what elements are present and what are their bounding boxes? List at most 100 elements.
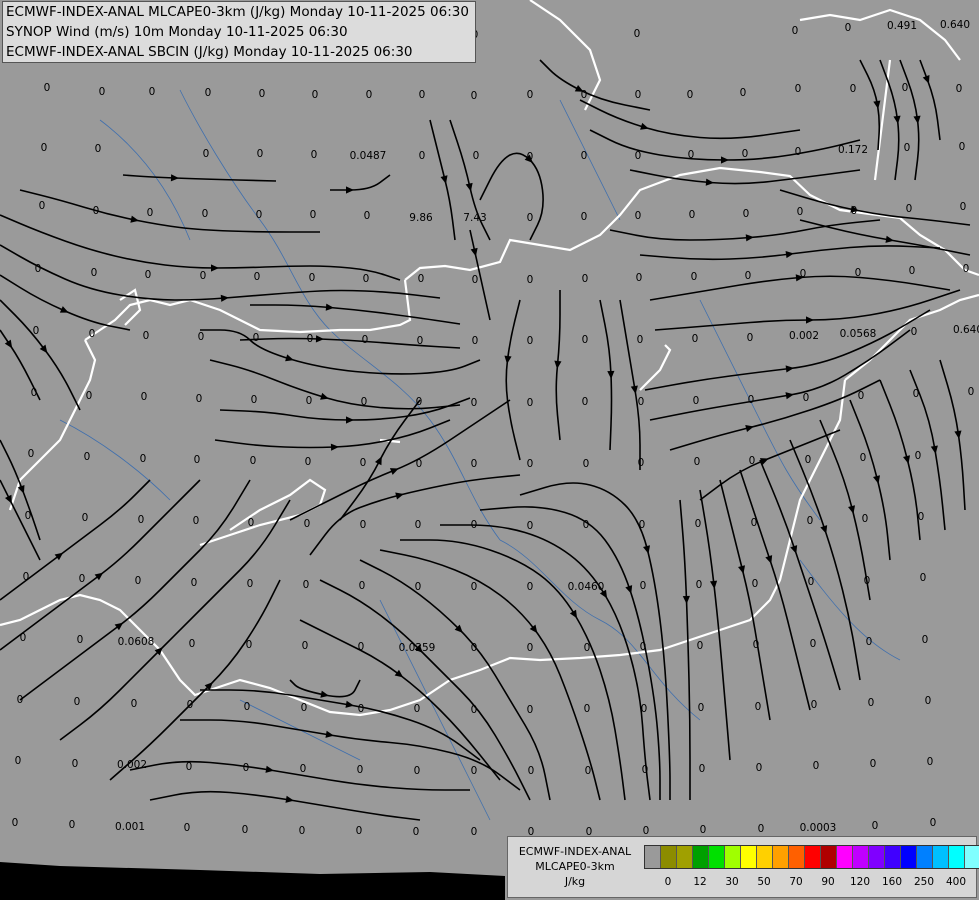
wind-direction-arrowhead bbox=[211, 264, 219, 272]
wind-direction-arrowhead bbox=[922, 74, 930, 84]
sbcin-value-label: 0 bbox=[202, 208, 209, 220]
outside-area-layer bbox=[0, 862, 505, 900]
sbcin-value-label: 0 bbox=[414, 703, 421, 715]
wind-streamline bbox=[400, 539, 626, 801]
sbcin-value-label: 0 bbox=[583, 458, 590, 470]
title-line-mlcape: ECMWF-INDEX-ANAL MLCAPE0-3km (J/kg) Mond… bbox=[6, 4, 469, 20]
wind-streamline bbox=[629, 169, 861, 186]
sbcin-value-label: 0 bbox=[84, 451, 91, 463]
wind-streamline-path bbox=[0, 299, 81, 411]
wind-streamline-path bbox=[239, 337, 461, 349]
sbcin-value-label: 0 bbox=[28, 448, 35, 460]
wind-direction-arrowhead bbox=[265, 765, 274, 773]
sbcin-value-label: 0.491 bbox=[887, 20, 917, 32]
wind-streamline bbox=[0, 299, 81, 411]
wind-direction-arrowhead bbox=[285, 795, 294, 803]
sbcin-value-label: 0 bbox=[850, 83, 857, 95]
sbcin-value-label: 0 bbox=[870, 758, 877, 770]
wind-streamline bbox=[669, 379, 881, 451]
wind-streamline bbox=[339, 399, 421, 521]
sbcin-value-label: 0 bbox=[902, 82, 909, 94]
wind-streamline-path bbox=[654, 289, 961, 331]
sbcin-value-label: 0 bbox=[35, 263, 42, 275]
sbcin-value-label: 0 bbox=[689, 209, 696, 221]
legend-swatch bbox=[821, 846, 837, 868]
sbcin-value-label: 0 bbox=[44, 82, 51, 94]
wind-streamline-path bbox=[400, 539, 626, 801]
sbcin-value-label: 0 bbox=[243, 762, 250, 774]
sbcin-value-label: 0 bbox=[41, 142, 48, 154]
wind-streamline bbox=[59, 499, 291, 741]
sbcin-value-label: 0.0460 bbox=[568, 581, 605, 593]
sbcin-value-label: 0 bbox=[416, 396, 423, 408]
wind-direction-arrowhead bbox=[285, 354, 294, 362]
wind-direction-arrowhead bbox=[903, 455, 911, 464]
sbcin-value-label: 0 bbox=[581, 89, 588, 101]
sbcin-value-label: 0.172 bbox=[838, 144, 868, 156]
sbcin-value-label: 0 bbox=[696, 579, 703, 591]
sbcin-value-label: 0 bbox=[581, 150, 588, 162]
sbcin-value-label: 0 bbox=[920, 572, 927, 584]
sbcin-value-label: 0 bbox=[77, 634, 84, 646]
legend-swatch bbox=[805, 846, 821, 868]
wind-streamline bbox=[330, 174, 391, 194]
wind-streamline-path bbox=[579, 99, 801, 140]
legend-tick-label: 30 bbox=[725, 876, 739, 888]
wind-streamline bbox=[639, 245, 941, 261]
wind-direction-arrowhead bbox=[394, 669, 404, 678]
sbcin-value-label: 0 bbox=[306, 395, 313, 407]
wind-streamline bbox=[429, 119, 456, 241]
outside-domain-area bbox=[0, 862, 505, 900]
sbcin-value-label: 0 bbox=[302, 640, 309, 652]
river-line bbox=[499, 539, 701, 721]
wind-direction-arrowhead bbox=[893, 115, 901, 124]
wind-direction-arrowhead bbox=[346, 186, 354, 194]
wind-streamline bbox=[719, 479, 771, 721]
sbcin-value-label: 0 bbox=[635, 150, 642, 162]
legend-tick-label: 50 bbox=[757, 876, 771, 888]
sbcin-value-label: 0 bbox=[755, 701, 762, 713]
sbcin-value-label: 0 bbox=[95, 143, 102, 155]
sbcin-value-label: 0 bbox=[753, 639, 760, 651]
sbcin-value-label: 0 bbox=[12, 817, 19, 829]
legend-swatch bbox=[885, 846, 901, 868]
wind-streamline-path bbox=[939, 359, 966, 511]
sbcin-value-label: 0 bbox=[304, 518, 311, 530]
wind-streamline-path bbox=[330, 174, 391, 191]
wind-streamline bbox=[699, 489, 731, 761]
sbcin-value-label: 0 bbox=[74, 696, 81, 708]
wind-streamline-path bbox=[250, 304, 461, 325]
wind-streamline-path bbox=[122, 174, 277, 182]
sbcin-value-label: 0 bbox=[366, 89, 373, 101]
sbcin-value-label: 0 bbox=[471, 642, 478, 654]
sbcin-value-label: 0 bbox=[909, 265, 916, 277]
sbcin-value-label: 0 bbox=[918, 511, 925, 523]
sbcin-value-label: 0 bbox=[417, 335, 424, 347]
wind-direction-arrowhead bbox=[630, 385, 638, 394]
sbcin-value-label: 0 bbox=[527, 397, 534, 409]
sbcin-value-label: 0 bbox=[845, 22, 852, 34]
legend-tick-label: 160 bbox=[881, 876, 903, 888]
streamline-layer bbox=[0, 59, 971, 821]
wind-streamline bbox=[19, 479, 251, 701]
sbcin-value-label: 0 bbox=[471, 704, 478, 716]
sbcin-value-label: 0 bbox=[805, 454, 812, 466]
sbcin-value-label: 0 bbox=[31, 387, 38, 399]
sbcin-value-label: 0 bbox=[906, 203, 913, 215]
sbcin-value-label: 0 bbox=[419, 150, 426, 162]
sbcin-value-label: 0 bbox=[795, 83, 802, 95]
wind-streamline bbox=[250, 303, 461, 325]
sbcin-value-label: 0 bbox=[855, 267, 862, 279]
sbcin-value-label: 0 bbox=[637, 334, 644, 346]
wind-streamline bbox=[0, 244, 441, 302]
sbcin-value-label: 0 bbox=[860, 452, 867, 464]
wind-streamline-path bbox=[214, 419, 451, 449]
wind-streamline-path bbox=[619, 299, 641, 470]
sbcin-value-label: 0 bbox=[471, 765, 478, 777]
sbcin-value-label: 0 bbox=[800, 268, 807, 280]
sbcin-value-label: 0 bbox=[471, 397, 478, 409]
wind-direction-arrowhead bbox=[54, 552, 64, 561]
sbcin-value-label: 0 bbox=[363, 273, 370, 285]
sbcin-value-label: 0 bbox=[858, 390, 865, 402]
wind-streamline bbox=[859, 59, 881, 151]
